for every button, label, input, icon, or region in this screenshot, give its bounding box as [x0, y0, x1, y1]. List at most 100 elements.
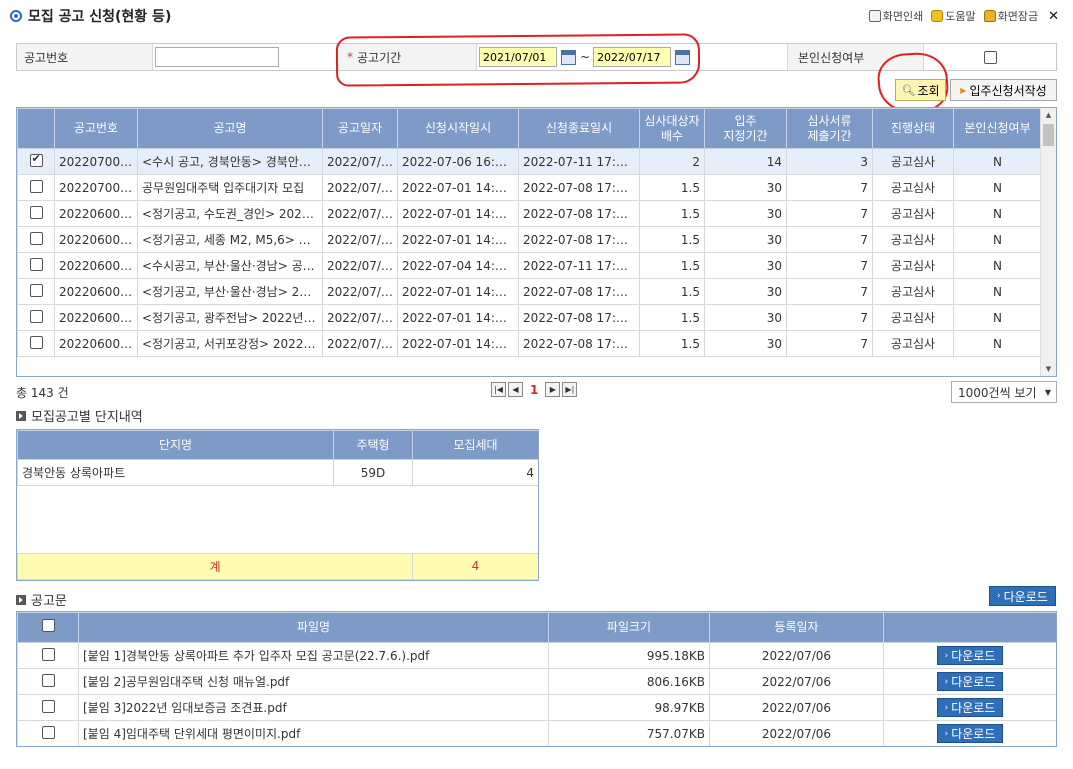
select-all-checkbox[interactable] — [41, 619, 55, 632]
col-header[interactable]: 주택형 — [333, 430, 413, 460]
file-size: 995.18KB — [548, 642, 710, 669]
notice-no-label: 공고번호 — [17, 44, 153, 70]
page-title: 모집 공고 신청(현황 등) — [28, 9, 172, 25]
progress-status: 공고심사 — [872, 148, 954, 175]
apply-start: 2022-07-01 14:00:00 — [397, 278, 519, 305]
col-header[interactable]: 파일명 — [78, 612, 549, 643]
search-button[interactable]: 🔍︎ 조회 — [895, 79, 946, 101]
row-checkbox[interactable] — [29, 231, 43, 245]
download-button[interactable]: › 다운로드 — [936, 646, 1004, 665]
col-header[interactable]: 신청종료일시 — [518, 108, 640, 149]
row-checkbox[interactable] — [41, 673, 55, 687]
col-header[interactable]: 심사서류 제출기간 — [786, 108, 873, 149]
col-select — [17, 108, 55, 149]
review-ratio: 1.5 — [639, 278, 705, 305]
help-button[interactable]: 도움말 — [931, 8, 976, 24]
col-header[interactable]: 신청시작일시 — [397, 108, 519, 149]
row-checkbox[interactable] — [29, 283, 43, 297]
table-row[interactable]: 2022060013<정기공고, 부산·울산·경남> 2022년 입주대기자 모… — [17, 278, 1042, 305]
file-date: 2022/07/06 — [709, 720, 884, 746]
row-checkbox[interactable] — [41, 699, 55, 713]
table-row[interactable]: 2022070004<수시 공고, 경북안동> 경북안동 상록아파트 추가 입주… — [17, 148, 1042, 175]
file-name: [붙임 3]2022년 임대보증금 조견표.pdf — [78, 694, 549, 721]
col-header[interactable]: 심사대상자 배수 — [639, 108, 705, 149]
lock-button[interactable]: 화면잠금 — [983, 8, 1038, 24]
row-checkbox[interactable] — [29, 335, 43, 349]
table-row[interactable]: [붙임 2]공무원임대주택 신청 매뉴얼.pdf 806.16KB 2022/07/… — [17, 668, 1056, 695]
scroll-up-icon[interactable]: ▲ — [1041, 108, 1056, 122]
scroll-down-icon[interactable]: ▼ — [1041, 362, 1056, 376]
table-row[interactable]: 2022060015<정기공고, 세종 M2, M5,6> 2022년 입주대기… — [17, 226, 1042, 253]
current-page[interactable]: 1 — [525, 383, 543, 397]
col-header[interactable]: 공고일자 — [322, 108, 398, 149]
col-header[interactable]: 진행상태 — [872, 108, 954, 149]
close-icon[interactable]: ✕ — [1048, 9, 1059, 24]
files-table: 파일명 파일크기 등록일자 [붙임 1]경북안동 상록아파트 추가 입주자 모집… — [17, 612, 1056, 746]
col-header[interactable]: 모집세대 — [412, 430, 538, 460]
col-header[interactable]: 본인신청여부 — [953, 108, 1042, 149]
table-row[interactable]: 2022070003 공무원임대주택 입주대기자 모집 2022/07/01 2022… — [17, 174, 1042, 201]
row-checkbox[interactable] — [29, 205, 43, 219]
move-in-period: 30 — [704, 200, 787, 227]
grid-scrollbar[interactable]: ▲ ▼ — [1040, 108, 1056, 376]
chevron-right-icon: › — [944, 728, 949, 739]
table-row[interactable]: 2022060011<정기공고, 서귀포강정> 2022년 입주대기자 모집 20… — [17, 330, 1042, 357]
move-in-period: 30 — [704, 226, 787, 253]
apply-end: 2022-07-11 17:00:00 — [518, 148, 640, 175]
notice-date: 2022/07/01 — [322, 304, 398, 331]
table-row[interactable]: 2022060012<정기공고, 광주전남> 2022년 입주대기자 모집202… — [17, 304, 1042, 331]
col-header[interactable]: 공고명 — [137, 108, 323, 149]
download-button[interactable]: › 다운로드 — [936, 698, 1004, 717]
download-all-button[interactable]: › 다운로드 — [989, 586, 1056, 606]
table-row[interactable]: 2022060014<수시공고, 부산·울산·경남> 공무원 임대주택 입주자 … — [17, 252, 1042, 279]
complex-table: 단지명 주택형 모집세대 경북안동 상록아파트 59D 4 계 4 — [17, 430, 538, 580]
move-in-period: 14 — [704, 148, 787, 175]
move-in-period: 30 — [704, 330, 787, 357]
review-ratio: 1.5 — [639, 252, 705, 279]
apply-start: 2022-07-01 14:00:00 — [397, 200, 519, 227]
notice-no: 2022070003 — [54, 174, 138, 201]
row-checkbox[interactable] — [41, 647, 55, 661]
scroll-thumb[interactable] — [1043, 124, 1054, 146]
download-button[interactable]: › 다운로드 — [936, 724, 1004, 743]
notice-no: 2022060012 — [54, 304, 138, 331]
row-checkbox[interactable] — [29, 152, 43, 167]
table-row[interactable]: [붙임 3]2022년 임대보증금 조견표.pdf 98.97KB 2022/07/… — [17, 694, 1056, 721]
row-checkbox[interactable] — [29, 309, 43, 323]
print-button[interactable]: 화면인쇄 — [868, 8, 923, 24]
notice-name: <정기공고, 부산·울산·경남> 2022년 입주대기자 모집 — [137, 278, 323, 305]
table-row[interactable]: 경북안동 상록아파트 59D 4 — [17, 458, 538, 487]
self-apply-checkbox[interactable] — [983, 50, 997, 64]
col-header[interactable]: 단지명 — [17, 430, 334, 460]
page-size-select[interactable]: 1000건씩 보기 ▼ — [951, 381, 1057, 403]
col-header[interactable]: 입주 지정기간 — [704, 108, 787, 149]
next-page-icon[interactable]: ▶ — [545, 382, 561, 397]
notice-no-input[interactable] — [155, 47, 279, 67]
write-application-button[interactable]: ▶ 입주신청서작성 — [950, 79, 1057, 101]
chevron-right-icon: › — [997, 591, 1001, 601]
table-row[interactable]: 2022060016<정기공고, 수도권_경인> 2022년 입주대기자 모집2… — [17, 200, 1042, 227]
chevron-right-icon: › — [944, 676, 949, 687]
annotation-circle-period — [335, 33, 701, 87]
notice-name: <정기공고, 서귀포강정> 2022년 입주대기자 모집 — [137, 330, 323, 357]
first-page-icon[interactable]: |◀ — [491, 382, 506, 397]
row-checkbox[interactable] — [41, 725, 55, 739]
row-checkbox[interactable] — [29, 179, 43, 193]
col-header[interactable]: 등록일자 — [709, 612, 884, 643]
apply-end: 2022-07-08 17:00:00 — [518, 330, 640, 357]
prev-page-icon[interactable]: ◀ — [508, 382, 523, 397]
table-row[interactable]: [붙임 1]경북안동 상록아파트 추가 입주자 모집 공고문(22.7.6.).… — [17, 642, 1056, 669]
download-button[interactable]: › 다운로드 — [936, 672, 1004, 691]
col-header[interactable]: 공고번호 — [54, 108, 138, 149]
notice-no: 2022060015 — [54, 226, 138, 253]
table-row[interactable]: [붙임 4]임대주택 단위세대 평면이미지.pdf 757.07KB 2022/07… — [17, 720, 1056, 746]
last-page-icon[interactable]: ▶| — [562, 382, 578, 397]
self-applied: N — [953, 304, 1042, 331]
apply-end: 2022-07-08 17:00:00 — [518, 278, 640, 305]
progress-status: 공고심사 — [872, 304, 954, 331]
notice-no: 2022060011 — [54, 330, 138, 357]
file-name: [붙임 1]경북안동 상록아파트 추가 입주자 모집 공고문(22.7.6.).… — [78, 642, 549, 669]
docs-period: 7 — [786, 226, 873, 253]
col-header[interactable]: 파일크기 — [548, 612, 710, 643]
row-checkbox[interactable] — [29, 257, 43, 271]
